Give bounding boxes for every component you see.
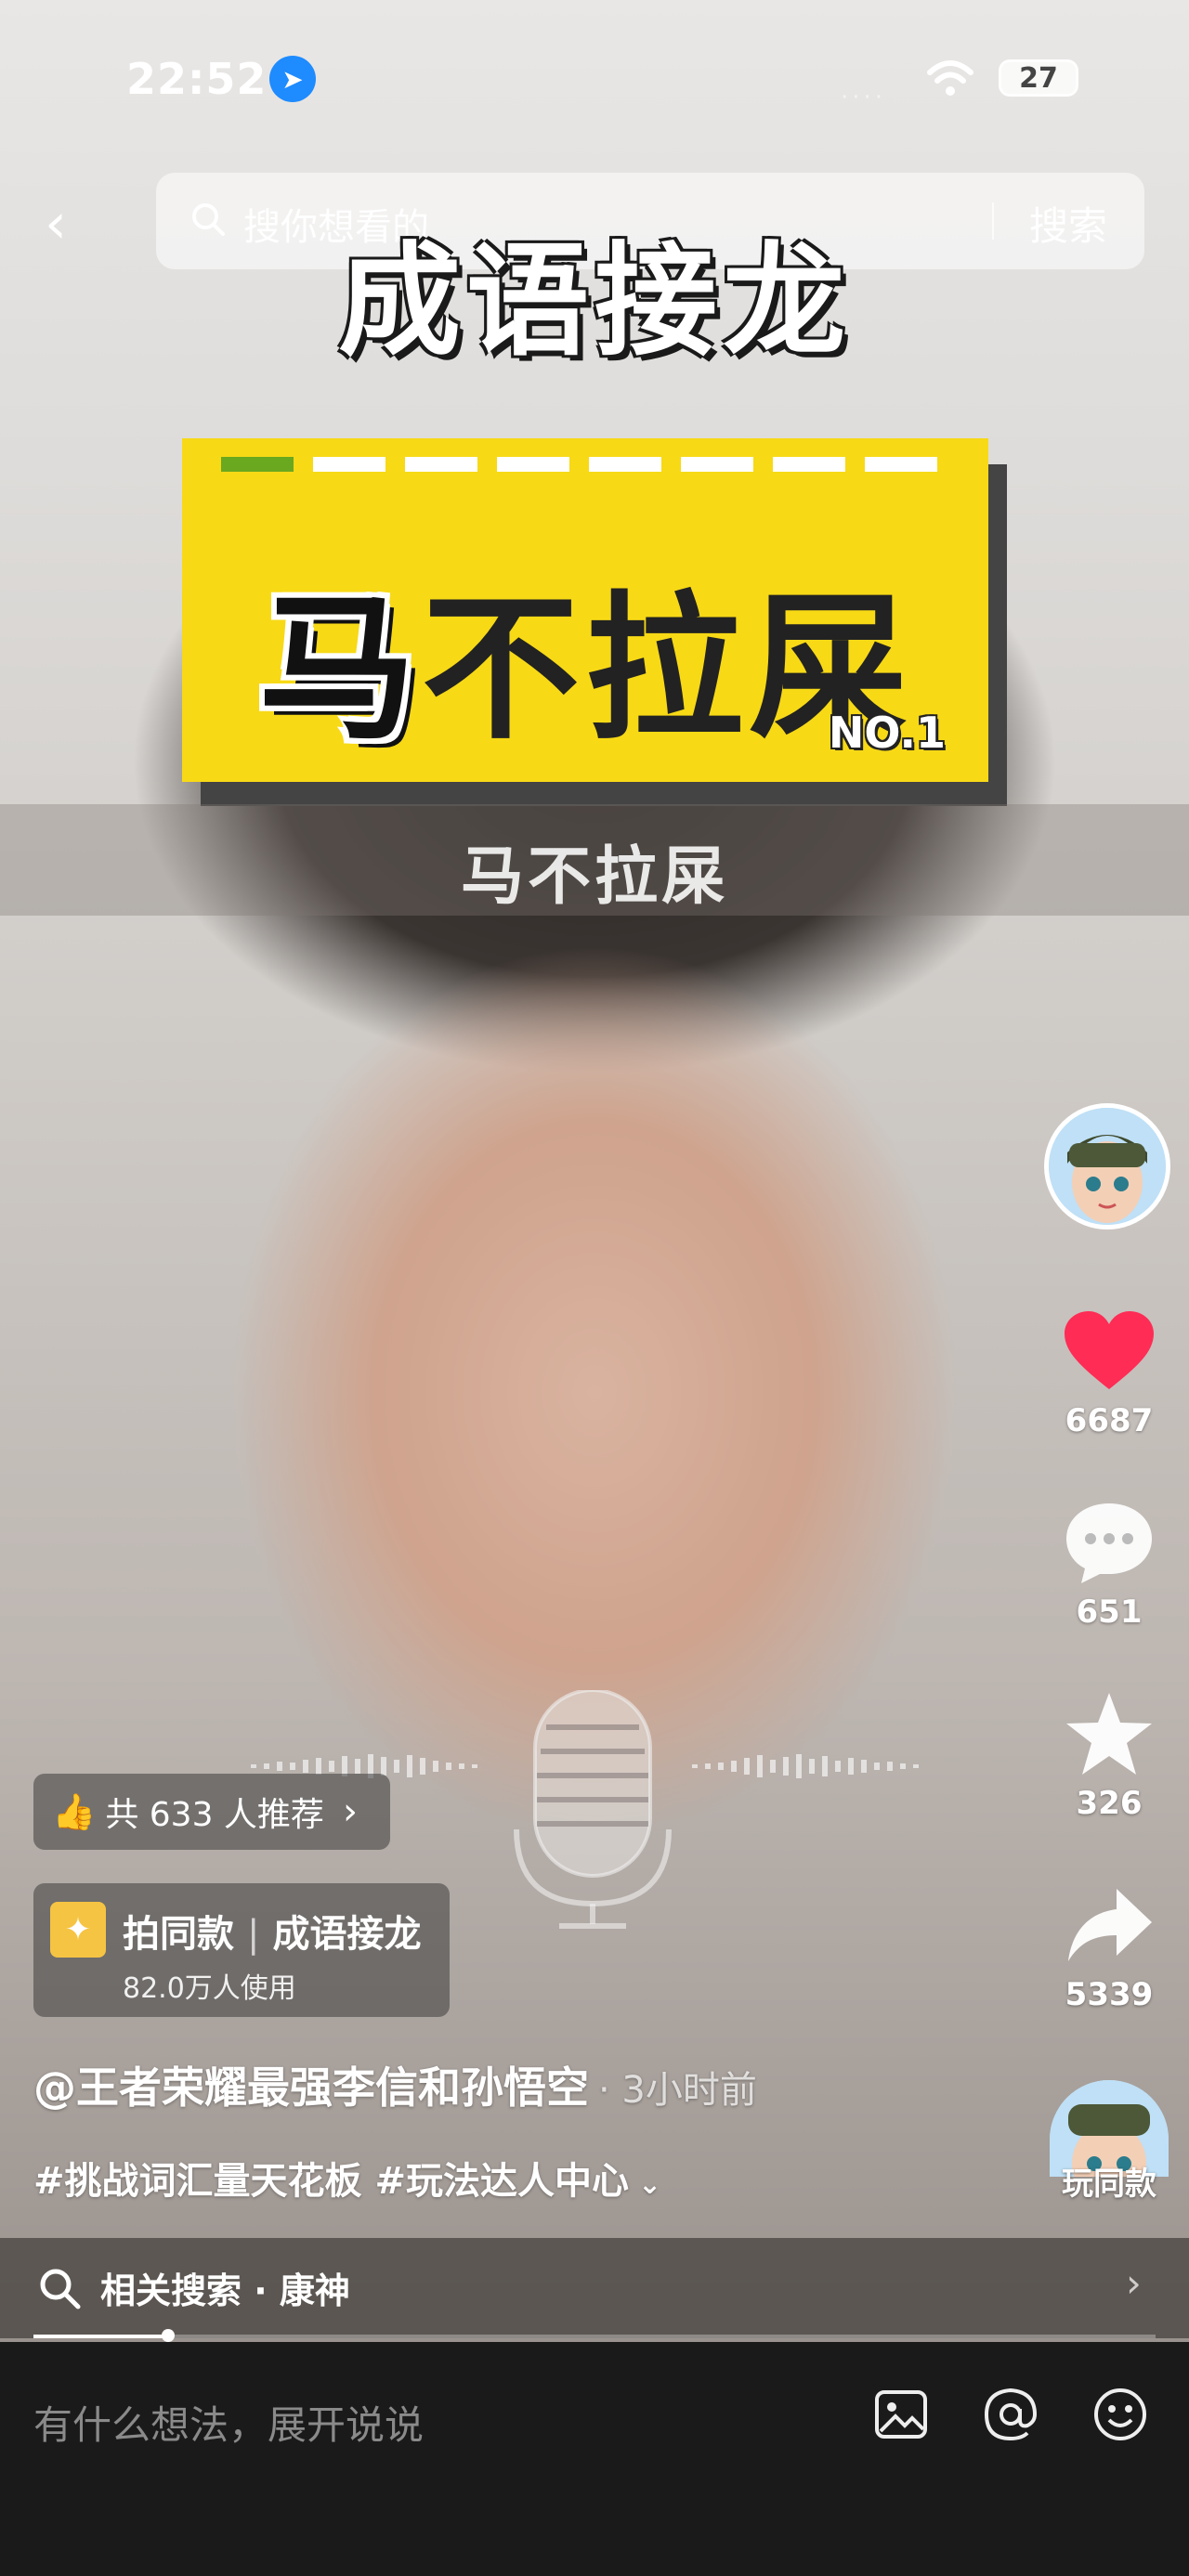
wifi-icon (927, 60, 973, 96)
sound-wave-bar (874, 1763, 880, 1770)
author-name[interactable]: @王者荣耀最强李信和孙悟空 (33, 2062, 589, 2113)
template-title: 拍同款 | 成语接龙 (123, 1904, 421, 1958)
round-segment (865, 457, 937, 472)
image-icon[interactable] (871, 2385, 931, 2444)
author-line: @王者荣耀最强李信和孙悟空 · 3小时前 (33, 2054, 757, 2115)
sound-wave-bar (355, 1759, 360, 1774)
microphone-icon (514, 1690, 672, 1929)
thumbs-up-icon: 👍 (52, 1790, 97, 1832)
sound-wave-bar (264, 1763, 269, 1769)
round-segment (681, 457, 753, 472)
round-segment (589, 457, 661, 472)
sparkle-icon: ✦ (50, 1902, 106, 1958)
template-name: 成语接龙 (272, 1913, 422, 1956)
recommend-count: 共 633 人推荐 (105, 1796, 324, 1834)
like-action[interactable]: 6687 (1044, 1300, 1174, 1439)
idiom-card: 马不拉屎 NO.1 (182, 438, 988, 782)
template-prefix: 拍同款 (123, 1913, 234, 1956)
location-icon: ➤ (269, 56, 316, 102)
sound-wave-bar (329, 1761, 334, 1772)
template-users: 82.0万人使用 (123, 1972, 296, 2005)
playback-progress-handle[interactable] (161, 2329, 175, 2342)
avatar-image (1049, 1108, 1166, 1225)
status-time: 22:52 (126, 54, 268, 104)
round-number: NO.1 (828, 708, 946, 758)
sound-wave-bar (861, 1760, 867, 1773)
sound-wave-bar (731, 1761, 737, 1772)
cellular-signal-icon: ···· (841, 84, 887, 111)
sound-wave-bar (277, 1762, 282, 1771)
heart-icon[interactable] (1053, 1300, 1165, 1402)
sound-wave-bar (718, 1763, 724, 1770)
sound-wave-right (692, 1748, 934, 1785)
sound-wave-bar (459, 1763, 464, 1769)
star-icon[interactable] (1053, 1683, 1165, 1785)
sound-wave-bar (809, 1759, 815, 1774)
post-time: · 3小时前 (598, 2069, 757, 2112)
round-segment (405, 457, 477, 472)
comment-bar: 有什么想法，展开说说 (0, 2342, 1189, 2576)
video-title-overlay: 成语接龙 (338, 230, 851, 373)
sound-wave-bar (381, 1757, 386, 1776)
video-subtitle: 马不拉屎 (460, 840, 728, 914)
mention-icon[interactable] (981, 2385, 1040, 2444)
sound-wave-bar (446, 1763, 451, 1770)
sound-wave-bar (407, 1755, 412, 1777)
chevron-right-icon: › (1126, 2260, 1142, 2306)
expand-chevron-icon[interactable]: ⌄ (638, 2168, 661, 2201)
recommend-pill[interactable]: 👍 共 633 人推荐 › (33, 1774, 390, 1850)
sound-wave-bar (394, 1760, 399, 1773)
share-count: 5339 (1065, 1976, 1154, 2013)
sound-wave-bar (835, 1761, 841, 1772)
sound-wave-bar (290, 1763, 295, 1770)
related-search-text: 相关搜索 · 康神 (100, 2270, 350, 2311)
comment-count: 651 (1076, 1594, 1143, 1631)
related-search-bar[interactable]: 相关搜索 · 康神 › (0, 2238, 1189, 2338)
template-card[interactable]: ✦ 拍同款 | 成语接龙 82.0万人使用 (33, 1883, 450, 2017)
like-count: 6687 (1065, 1402, 1154, 1439)
sound-wave-bar (316, 1758, 321, 1775)
hashtag-text[interactable]: #挑战词汇量天花板 #玩法达人中心 (33, 2160, 629, 2203)
sound-wave-bar (744, 1758, 750, 1775)
chevron-right-icon: › (342, 1790, 358, 1833)
sound-wave-bar (303, 1760, 308, 1773)
sound-wave-bar (433, 1761, 438, 1772)
sound-wave-bar (692, 1764, 698, 1768)
hashtags[interactable]: #挑战词汇量天花板 #玩法达人中心 ⌄ (33, 2151, 661, 2205)
round-segment (221, 457, 294, 472)
sound-wave-bar (822, 1756, 828, 1776)
sound-wave-bar (757, 1755, 763, 1777)
round-segment (313, 457, 385, 472)
emoji-icon[interactable] (1091, 2385, 1150, 2444)
comment-icon[interactable] (1053, 1491, 1165, 1594)
playback-progress-track[interactable] (33, 2335, 1156, 2338)
sound-wave-bar (900, 1763, 906, 1769)
sound-wave-bar (913, 1764, 919, 1768)
comment-action[interactable]: 651 (1044, 1491, 1174, 1631)
sound-wave-bar (796, 1754, 802, 1778)
sound-wave-bar (783, 1757, 789, 1776)
sound-wave-bar (705, 1763, 711, 1769)
sound-wave-bar (472, 1764, 477, 1768)
favorite-count: 326 (1076, 1785, 1143, 1822)
battery-indicator: 27 (999, 59, 1078, 97)
sound-wave-bar (770, 1760, 776, 1773)
share-action[interactable]: 5339 (1044, 1874, 1174, 2013)
sound-wave-bar (420, 1758, 425, 1775)
search-icon (40, 2269, 81, 2309)
comment-input[interactable]: 有什么想法，展开说说 (33, 2394, 424, 2451)
idiom-first-char: 马 (257, 578, 422, 761)
video-screen[interactable]: 22:52 ➤ ···· 27 ‹ 搜你想看的 搜索 成语接龙 马不拉屎 NO.… (0, 0, 1189, 2576)
play-same-button[interactable]: 玩同款 (1044, 2158, 1174, 2204)
favorite-action[interactable]: 326 (1044, 1683, 1174, 1822)
sound-wave-bar (887, 1762, 893, 1771)
share-icon[interactable] (1053, 1874, 1165, 1976)
template-separator: | (247, 1913, 260, 1956)
round-segment (773, 457, 845, 472)
playback-progress-fill (33, 2335, 168, 2338)
author-avatar[interactable] (1044, 1103, 1170, 1229)
sound-wave-bar (848, 1758, 854, 1775)
sound-wave-bar (251, 1764, 256, 1768)
round-segment (497, 457, 569, 472)
